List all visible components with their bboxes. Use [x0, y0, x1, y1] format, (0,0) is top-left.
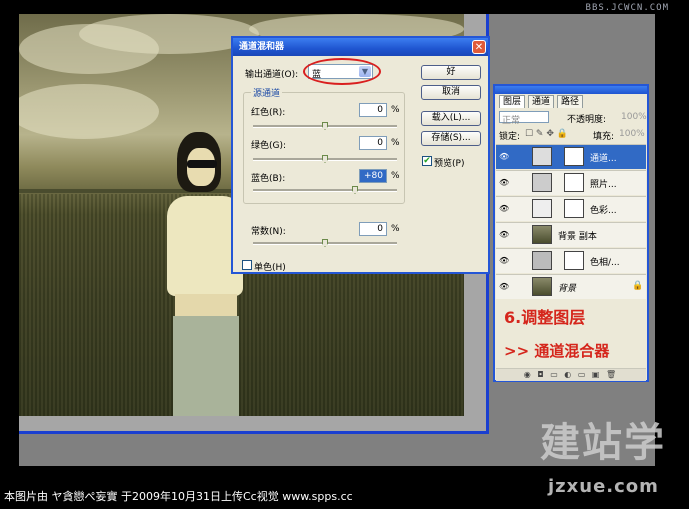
- lock-icons[interactable]: ☐ ✎ ✥ 🔒: [525, 129, 568, 139]
- annotation-ring: [303, 58, 381, 85]
- output-channel-label: 输出通道(O):: [245, 70, 299, 80]
- eye-icon[interactable]: 👁: [499, 256, 509, 266]
- eye-icon[interactable]: 👁: [499, 204, 509, 214]
- adjustment-icon: [532, 251, 552, 270]
- adjustment-icon: [532, 147, 552, 166]
- site-watermark-url: jzxue.com: [548, 476, 659, 497]
- fill-value[interactable]: 100%: [619, 129, 645, 139]
- layer-row[interactable]: 👁 背景 🔒: [496, 274, 646, 299]
- red-unit: %: [391, 105, 400, 115]
- blue-unit: %: [391, 171, 400, 181]
- tab-layers[interactable]: 图层: [499, 95, 526, 108]
- layer-mask-thumbnail: [564, 147, 584, 166]
- lock-label: 锁定:: [499, 132, 521, 142]
- channel-mixer-dialog: 通道混和器 ✕ 输出通道(O): 蓝 ▼ 源通道 红色(R): 0 % 绿色(G…: [231, 36, 490, 274]
- green-channel-field[interactable]: 0: [359, 136, 387, 150]
- preview-checkbox[interactable]: ✔: [422, 156, 432, 166]
- eye-icon[interactable]: 👁: [499, 152, 509, 162]
- layer-name: 色相/...: [590, 258, 620, 268]
- layer-name: 色彩...: [590, 206, 617, 216]
- annotation-action: >> 通道混合器: [504, 342, 610, 360]
- monochrome-label: 单色(H): [254, 263, 286, 273]
- green-unit: %: [391, 138, 400, 148]
- eye-icon[interactable]: 👁: [499, 230, 509, 240]
- adjustment-icon: [532, 199, 552, 218]
- layer-row[interactable]: 👁 照片...: [496, 170, 646, 195]
- layer-mask-thumbnail: [564, 173, 584, 192]
- constant-field[interactable]: 0: [359, 222, 387, 236]
- layer-name: 通道...: [590, 154, 617, 164]
- blue-slider-track[interactable]: [253, 189, 397, 192]
- blue-channel-label: 蓝色(B):: [251, 174, 286, 184]
- fill-label: 填充:: [593, 132, 615, 142]
- blend-mode-value: 正常: [502, 116, 521, 126]
- monochrome-checkbox[interactable]: [242, 260, 252, 270]
- close-button[interactable]: ✕: [472, 40, 486, 54]
- save-button[interactable]: 存储(S)...: [421, 131, 481, 146]
- green-channel-label: 绿色(G):: [251, 141, 287, 151]
- blue-channel-field[interactable]: +80: [359, 169, 387, 183]
- eye-icon[interactable]: 👁: [499, 282, 509, 292]
- layer-row[interactable]: 👁 通道...: [496, 144, 646, 169]
- layer-thumbnail: [532, 225, 552, 244]
- layer-row[interactable]: 👁 背景 副本: [496, 222, 646, 247]
- layer-name: 背景 副本: [558, 232, 597, 242]
- constant-slider-thumb[interactable]: [322, 239, 328, 247]
- lock-icon: 🔒: [632, 281, 644, 291]
- layer-name: 照片...: [590, 180, 617, 190]
- layers-panel: 图层 通道 路径 正常 不透明度: 100% 锁定: ☐ ✎ ✥ 🔒 填充: 1…: [493, 84, 649, 382]
- annotation-step: 6.调整图层: [504, 308, 586, 327]
- source-group-label: 源通道: [251, 86, 283, 99]
- layer-mask-thumbnail: [564, 199, 584, 218]
- tab-channels[interactable]: 通道: [528, 95, 555, 108]
- top-watermark: BBS.JCWCN.COM: [585, 3, 669, 13]
- dialog-title-bar[interactable]: 通道混和器: [233, 38, 488, 56]
- opacity-value[interactable]: 100%: [621, 112, 647, 122]
- layer-thumbnail: [532, 277, 552, 296]
- red-channel-label: 红色(R):: [251, 108, 286, 118]
- layers-toolbar[interactable]: ◉ ◘ ▭ ◐ ▭ ▣ 🗑: [496, 368, 646, 381]
- layer-row[interactable]: 👁 色彩...: [496, 196, 646, 221]
- constant-label: 常数(N):: [251, 227, 286, 237]
- eye-icon[interactable]: 👁: [499, 178, 509, 188]
- constant-unit: %: [391, 224, 400, 234]
- red-channel-field[interactable]: 0: [359, 103, 387, 117]
- layer-name: 背景: [558, 284, 577, 294]
- preview-label: 预览(P): [434, 159, 465, 169]
- panel-title-bar[interactable]: [495, 86, 647, 94]
- tab-paths[interactable]: 路径: [557, 95, 584, 108]
- ok-button[interactable]: 好: [421, 65, 481, 80]
- load-button[interactable]: 载入(L)...: [421, 111, 481, 126]
- adjustment-icon: [532, 173, 552, 192]
- layer-row[interactable]: 👁 色相/...: [496, 248, 646, 273]
- opacity-label: 不透明度:: [567, 115, 607, 125]
- image-caption: 本图片由 ヤ貪戀ぺ妄實 于2009年10月31日上传Cc视觉 www.spps.…: [4, 490, 353, 503]
- blend-mode-select[interactable]: 正常: [499, 111, 549, 126]
- cancel-button[interactable]: 取消: [421, 85, 481, 100]
- site-watermark-logo: 建站学: [540, 420, 666, 466]
- layer-mask-thumbnail: [564, 251, 584, 270]
